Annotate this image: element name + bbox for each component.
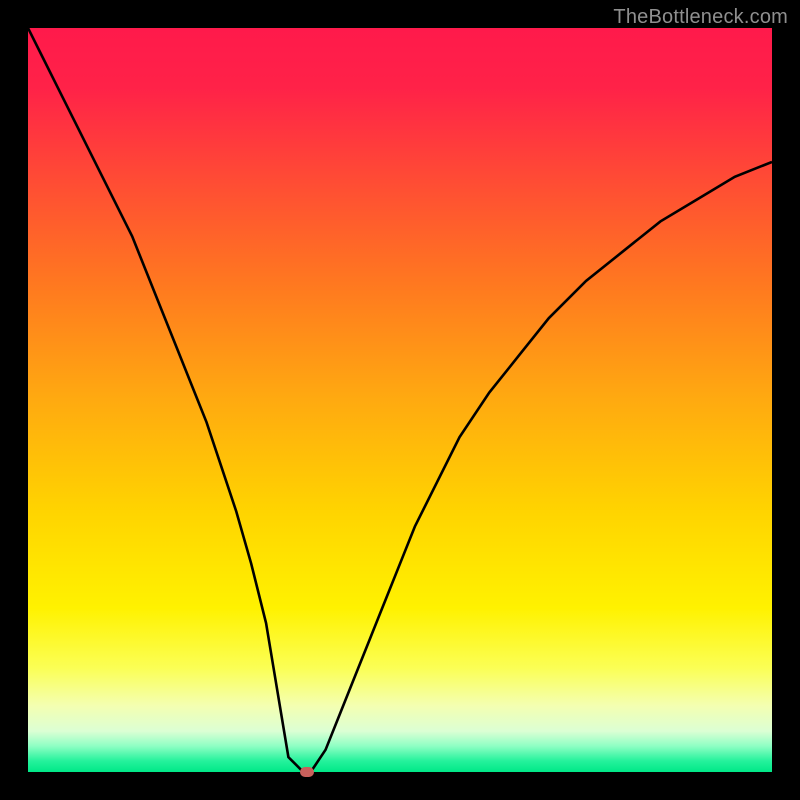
bottleneck-curve <box>28 28 772 772</box>
watermark-text: TheBottleneck.com <box>613 6 788 29</box>
optimum-marker <box>300 767 314 777</box>
chart-frame: TheBottleneck.com <box>0 0 800 800</box>
plot-area <box>28 28 772 772</box>
